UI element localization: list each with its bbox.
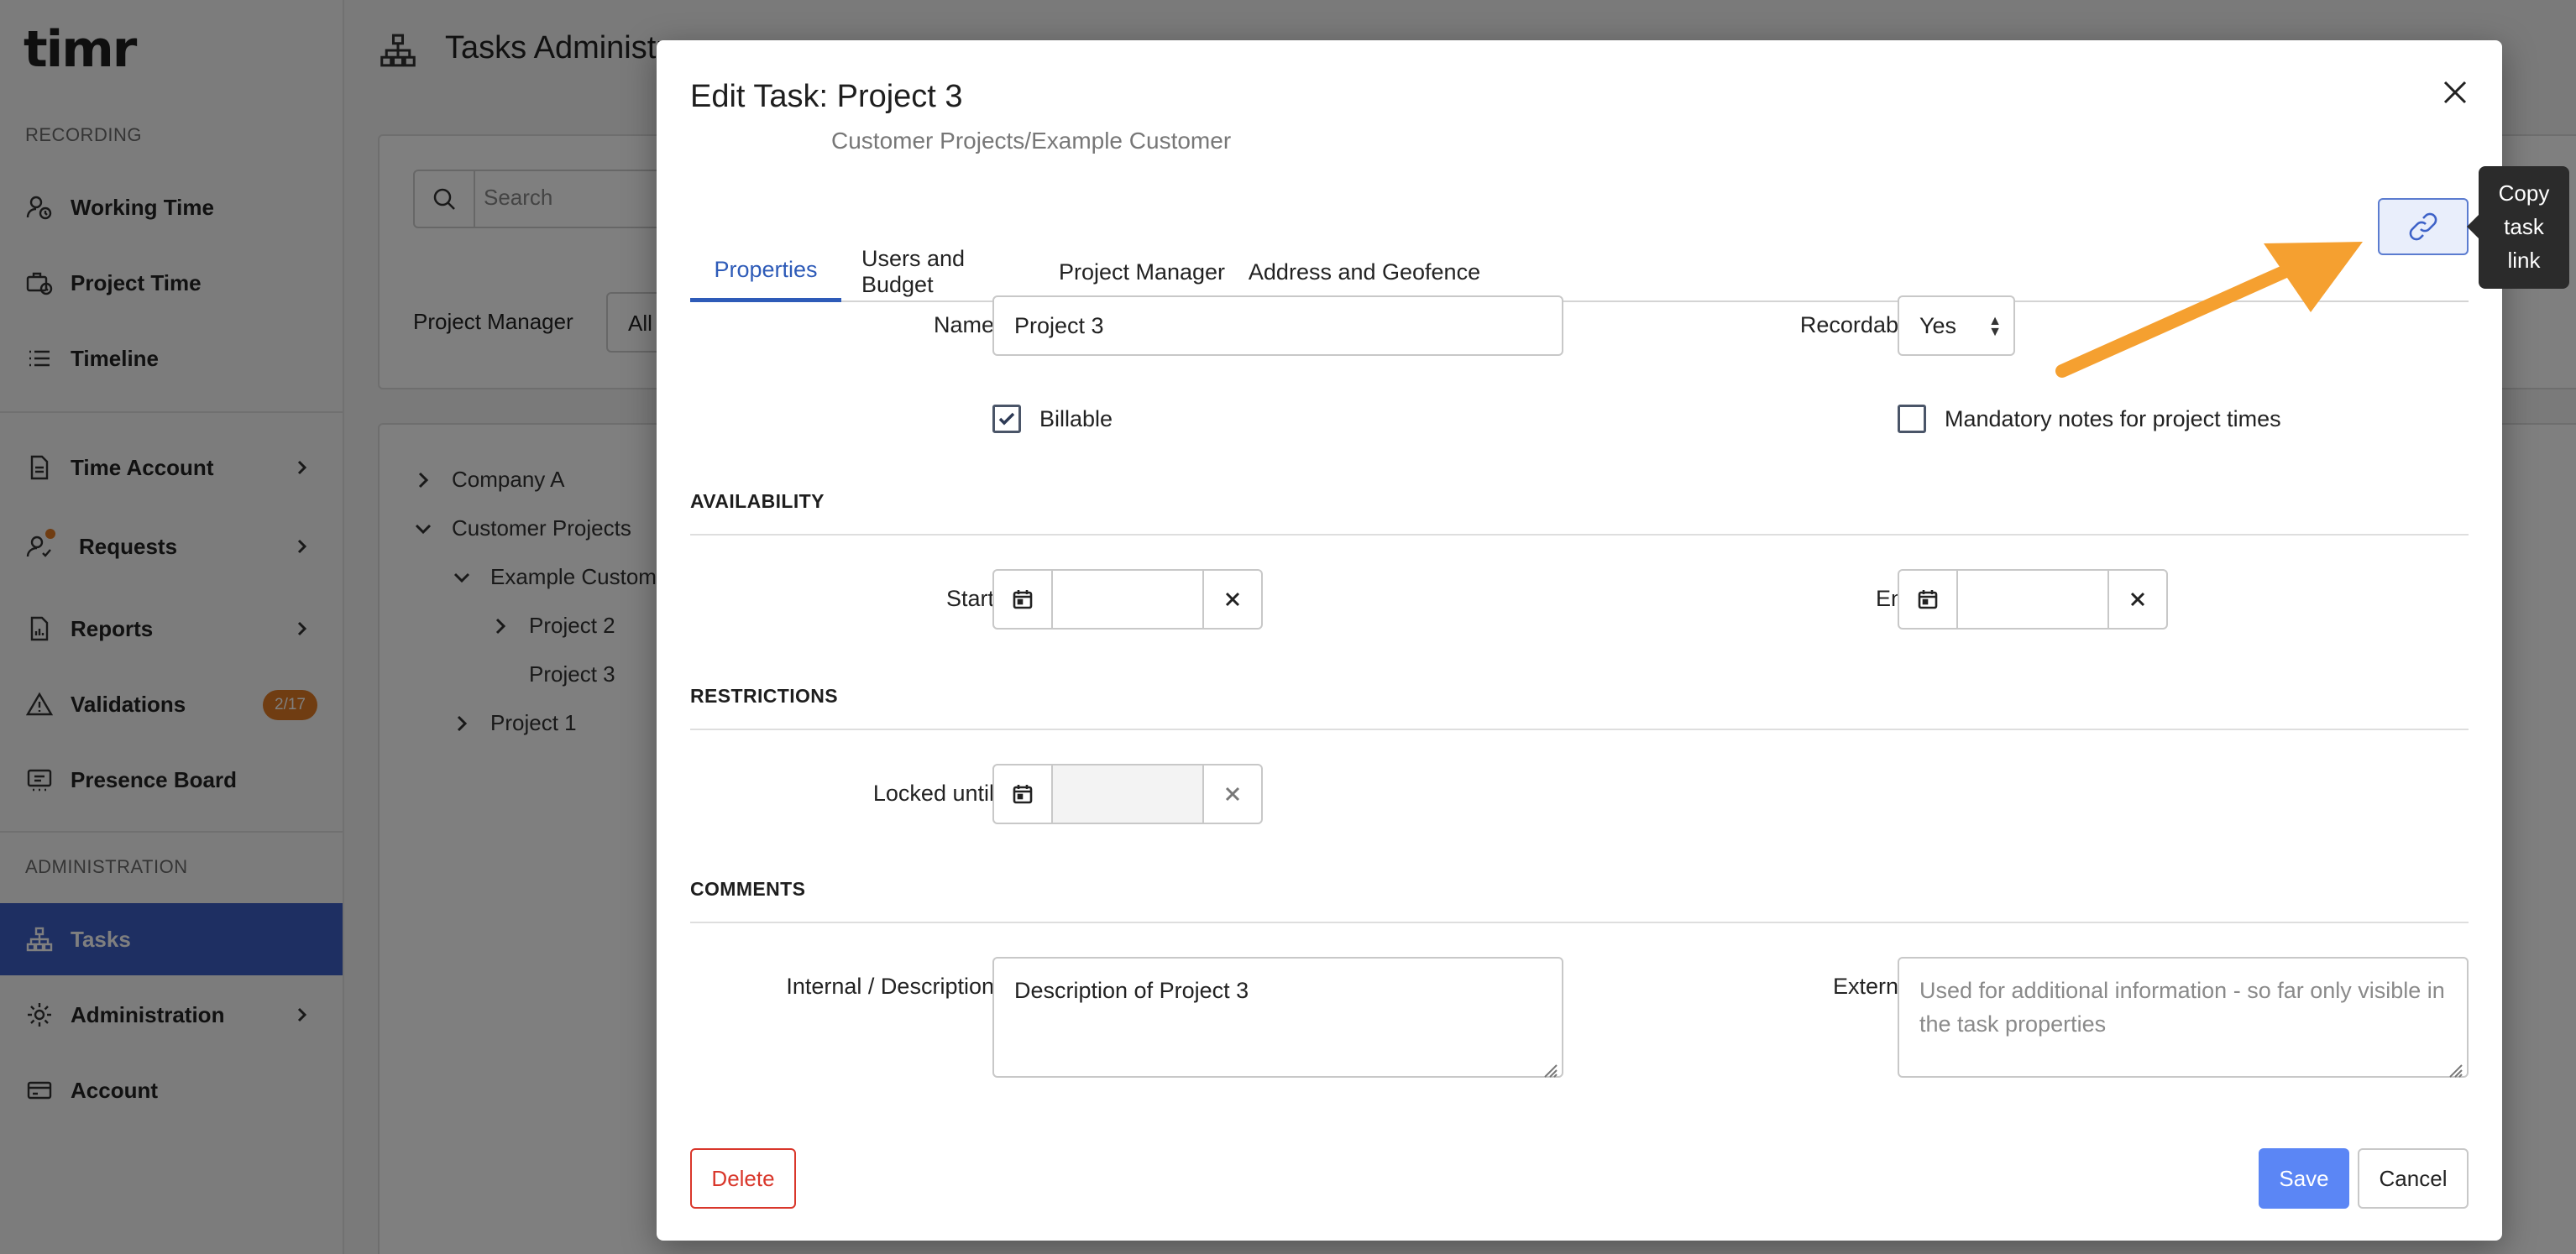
checkmark-icon: [998, 412, 1015, 426]
internal-description-label: Internal / Description: [786, 974, 994, 999]
save-button[interactable]: Save: [2259, 1148, 2349, 1209]
start-label: Start: [945, 586, 994, 611]
clear-icon[interactable]: [1202, 765, 1261, 823]
external-textarea[interactable]: Used for additional information - so far…: [1898, 957, 2469, 1078]
divider: [690, 729, 2469, 730]
clear-icon[interactable]: [2107, 571, 2166, 628]
end-label: End: [1875, 586, 1916, 611]
annotation-arrow-icon: [2055, 242, 2363, 378]
edit-task-dialog: Edit Task: Project 3 Customer Projects/E…: [657, 40, 2502, 1241]
copy-task-link-button[interactable]: [2378, 198, 2469, 255]
select-arrows-icon: ▲ ▼: [1988, 314, 2002, 339]
divider: [690, 534, 2469, 536]
tab-properties[interactable]: Properties: [690, 242, 841, 302]
link-icon: [2409, 212, 2437, 241]
cancel-button[interactable]: Cancel: [2358, 1148, 2469, 1209]
external-label: External: [1832, 974, 1916, 999]
recordable-select[interactable]: Yes ▲ ▼: [1898, 295, 2015, 356]
name-input[interactable]: Project 3: [992, 295, 1563, 356]
recordable-label: Recordable: [1799, 312, 1916, 337]
clear-icon[interactable]: [1202, 571, 1261, 628]
section-restrictions: RESTRICTIONS: [690, 685, 839, 707]
locked-until-input[interactable]: [1053, 765, 1204, 823]
mandatory-notes-label: Mandatory notes for project times: [1945, 406, 2281, 431]
copy-task-link-tooltip: Copy task link: [2467, 166, 2569, 289]
close-button[interactable]: [2430, 67, 2480, 118]
start-date-field: [992, 569, 1263, 630]
calendar-icon[interactable]: [1899, 571, 1958, 628]
tab-address-and-geofence[interactable]: Address and Geofence: [1246, 242, 1483, 302]
tab-users-and-budget[interactable]: Users and Budget: [861, 242, 1038, 302]
section-availability: AVAILABILITY: [690, 490, 825, 512]
billable-label: Billable: [1039, 406, 1113, 431]
section-comments: COMMENTS: [690, 878, 806, 900]
dialog-title: Edit Task: Project 3: [690, 79, 963, 114]
name-label: Name: [933, 312, 994, 337]
calendar-icon[interactable]: [994, 571, 1053, 628]
tab-project-manager[interactable]: Project Manager: [1055, 242, 1229, 302]
resize-grip-icon[interactable]: [1540, 1054, 1558, 1078]
delete-button[interactable]: Delete: [690, 1148, 796, 1209]
internal-description-textarea[interactable]: Description of Project 3: [992, 957, 1563, 1078]
billable-checkbox[interactable]: [992, 405, 1021, 433]
resize-grip-icon[interactable]: [2445, 1054, 2463, 1078]
locked-until-label: Locked until: [872, 781, 994, 806]
close-icon: [2443, 81, 2467, 104]
divider: [690, 922, 2469, 923]
dialog-subtitle: Customer Projects/Example Customer: [831, 128, 1232, 154]
end-date-field: [1898, 569, 2168, 630]
locked-until-field: [992, 764, 1263, 824]
mandatory-notes-checkbox[interactable]: [1898, 405, 1926, 433]
calendar-icon[interactable]: [994, 765, 1053, 823]
